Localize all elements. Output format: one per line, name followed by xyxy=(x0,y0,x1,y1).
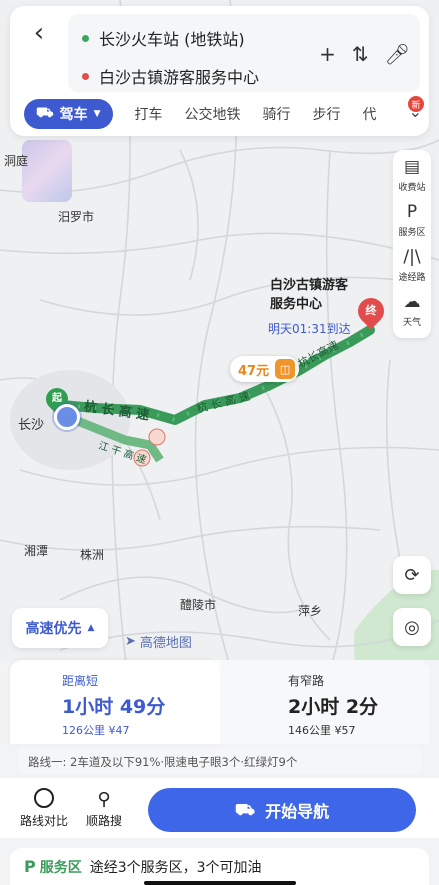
current-location-avatar xyxy=(54,404,80,430)
destination-field[interactable]: 白沙古镇游客服务中心 xyxy=(82,64,259,88)
tab-transit[interactable]: 公交地铁 xyxy=(185,104,241,124)
toll-station-icon: ▤ xyxy=(403,157,421,177)
route-compare-button[interactable]: 路线对比 xyxy=(20,788,68,829)
side-tool-toll-station[interactable]: ▤ 收费站 xyxy=(398,156,425,201)
service-area-icon: P xyxy=(24,857,36,876)
side-tool-service-area[interactable]: P 服务区 xyxy=(398,201,425,246)
refresh-icon: ⟳ xyxy=(404,564,420,586)
caret-down-icon: ▼ xyxy=(93,109,101,119)
refresh-route-button[interactable]: ⟳ xyxy=(393,556,431,594)
map-label-changsha: 长沙 xyxy=(18,418,45,433)
side-tool-weather[interactable]: ☁ 天气 xyxy=(403,291,421,336)
route-input-box: 长沙火车站 (地铁站) 白沙古镇游客服务中心 + ⇅ 🎤︎ xyxy=(68,14,420,92)
destination-text: 白沙古镇游客服务中心 xyxy=(99,68,260,87)
tab-taxi[interactable]: 打车 xyxy=(135,104,163,124)
add-waypoint-icon[interactable]: + xyxy=(319,42,336,66)
new-badge: 新 xyxy=(408,96,424,112)
destination-dot-icon xyxy=(82,72,89,80)
car-icon: ⛟ xyxy=(234,799,256,819)
microphone-icon[interactable]: 🎤︎ xyxy=(385,42,410,66)
map-label-miluo: 汨罗市 xyxy=(58,210,95,224)
map-label-top-left: 洞庭 xyxy=(4,154,29,168)
tab-drive[interactable]: ⛟ 驾车 ▼ xyxy=(24,99,113,129)
search-card: ‹ 长沙火车站 (地铁站) 白沙古镇游客服务中心 + ⇅ 🎤︎ ⛟ 驾车 ▼ 打… xyxy=(10,6,429,136)
circle-icon xyxy=(34,788,54,808)
route-priority-dropdown[interactable]: 高速优先 ▲ xyxy=(12,608,108,648)
end-marker-icon[interactable]: 终 xyxy=(352,292,390,330)
home-indicator xyxy=(144,881,296,885)
origin-field[interactable]: 长沙火车站 (地铁站) xyxy=(82,26,245,50)
blurred-avatar xyxy=(22,140,72,202)
caret-up-icon: ▲ xyxy=(87,623,95,633)
map-tool-panel: ▤ 收费站 P 服务区 /|\ 途经路 ☁ 天气 xyxy=(393,150,431,338)
start-navigation-button[interactable]: ⛟ 开始导航 xyxy=(148,788,416,832)
map-label-pingxiang: 萍乡 xyxy=(298,604,323,618)
weather-icon: ☁ xyxy=(403,292,421,312)
arrival-time-label: 明天01:31到达 xyxy=(268,322,351,336)
amap-logo-icon: ➤ xyxy=(125,634,136,649)
swap-icon[interactable]: ⇅ xyxy=(352,42,369,66)
tab-bike[interactable]: 骑行 xyxy=(263,104,291,124)
route-option-1[interactable]: 距离短 1小时 49分 126公里 ¥47 xyxy=(10,660,220,744)
route-priority-label: 高速优先 xyxy=(25,621,82,637)
service-area-icon: P xyxy=(406,202,418,222)
transport-mode-tabs: ⛟ 驾车 ▼ 打车 公交地铁 骑行 步行 代 ⌄ 新 xyxy=(24,96,424,132)
side-tool-waypoint[interactable]: /|\ 途经路 xyxy=(398,246,425,291)
waypoint-icon: /|\ xyxy=(403,247,421,267)
destination-map-label: 白沙古镇游客 服务中心 xyxy=(270,278,349,312)
toll-cost-text: 47元 xyxy=(238,363,270,379)
back-button[interactable]: ‹ xyxy=(24,16,54,50)
map-label-xiangtan: 湘潭 xyxy=(24,544,49,558)
amap-logo: ➤ 高德地图 xyxy=(125,634,192,651)
toll-cost-pill[interactable]: 47元 ◫ xyxy=(230,356,300,382)
service-area-bar[interactable]: P 服务区 途经3个服务区，3个可加油 xyxy=(10,848,429,885)
route-options: 距离短 1小时 49分 126公里 ¥47 有窄路 2小时 2分 146公里 ¥… xyxy=(10,660,430,744)
map-label-liling: 醴陵市 xyxy=(180,598,217,612)
action-bar: 路线对比 ⚲ 顺路搜 ⛟ 开始导航 xyxy=(0,778,439,838)
search-icon: ⚲ xyxy=(97,789,111,810)
locate-button[interactable]: ◎ xyxy=(393,608,431,646)
more-modes-button[interactable]: ⌄ 新 xyxy=(408,96,424,121)
route-actions: + ⇅ 🎤︎ xyxy=(319,42,410,66)
origin-dot-icon xyxy=(82,34,89,42)
route-option-2[interactable]: 有窄路 2小时 2分 146公里 ¥57 xyxy=(220,660,430,744)
route-info-bar[interactable]: 路线一: 2车道及以下91%·限速电子眼3个·红绿灯9个 xyxy=(18,748,422,774)
car-icon: ⛟ xyxy=(36,105,54,121)
origin-text: 长沙火车站 (地铁站) xyxy=(99,30,245,49)
map-label-zhuzhou: 株洲 xyxy=(80,548,105,562)
tab-designated-driver[interactable]: 代 xyxy=(363,104,377,124)
toll-icon: ◫ xyxy=(275,359,296,379)
tab-walk[interactable]: 步行 xyxy=(313,104,341,124)
locate-icon: ◎ xyxy=(404,616,420,638)
search-along-button[interactable]: ⚲ 顺路搜 xyxy=(86,788,122,829)
chevron-left-icon: ‹ xyxy=(33,18,45,48)
